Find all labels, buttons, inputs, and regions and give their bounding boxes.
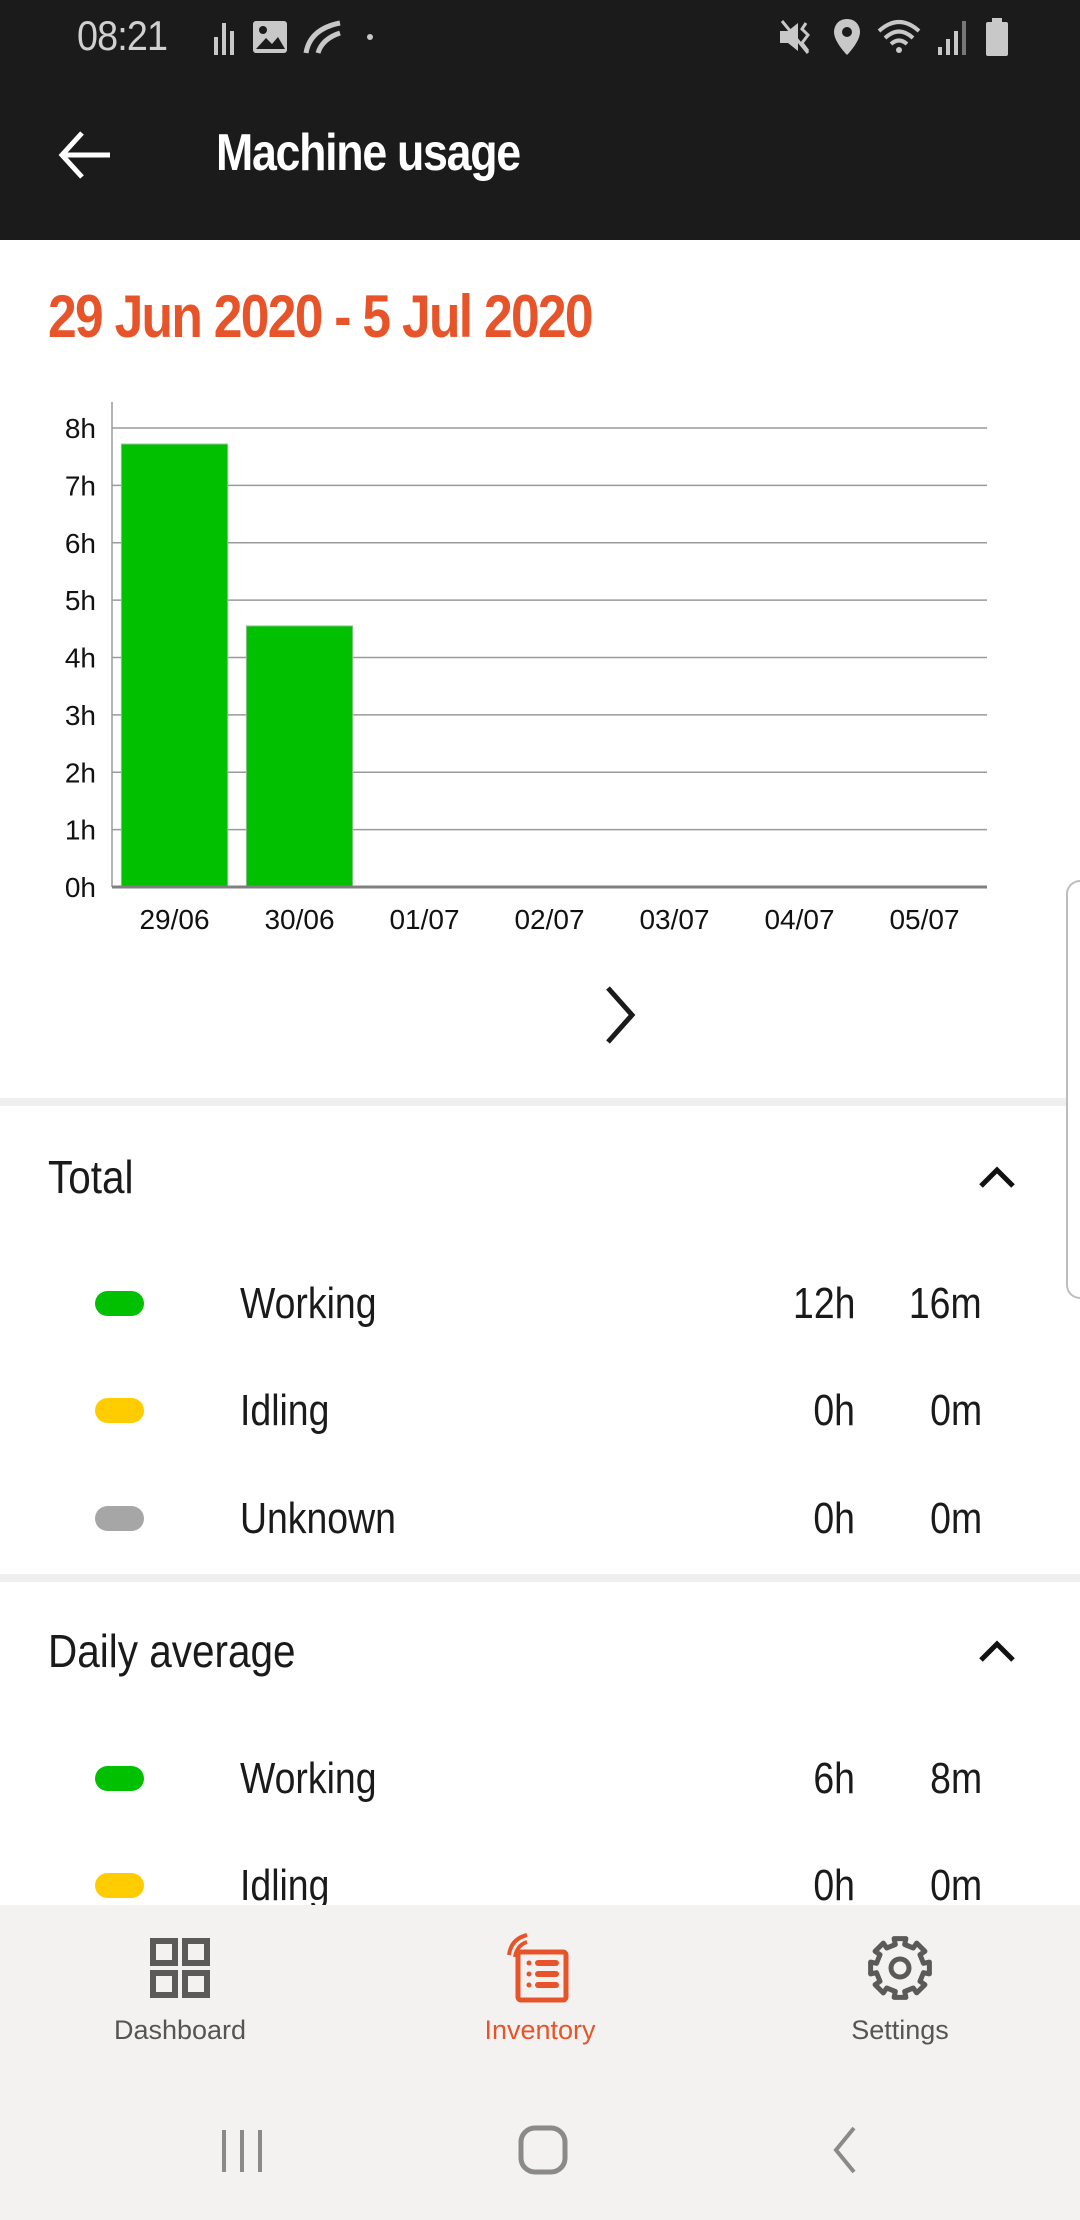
status-time: 08:21 bbox=[77, 12, 168, 59]
back-button[interactable] bbox=[52, 120, 122, 190]
x-tick-label: 01/07 bbox=[389, 904, 459, 935]
collapse-daily-average-button[interactable] bbox=[975, 1636, 1019, 1666]
y-tick-label: 0h bbox=[65, 872, 96, 903]
working-status-dot bbox=[95, 1291, 144, 1316]
inventory-list-icon bbox=[507, 1933, 569, 2003]
image-icon bbox=[253, 21, 287, 53]
signal-bars-icon bbox=[214, 23, 234, 55]
y-tick-label: 6h bbox=[65, 528, 96, 559]
gear-icon bbox=[868, 1936, 932, 2000]
x-tick-label: 30/06 bbox=[264, 904, 334, 935]
battery-icon bbox=[986, 18, 1008, 56]
recent-apps-icon bbox=[222, 2130, 262, 2172]
chevron-right-icon bbox=[606, 986, 636, 1044]
x-tick-label: 04/07 bbox=[764, 904, 834, 935]
x-tick-label: 29/06 bbox=[139, 904, 209, 935]
nav-dashboard[interactable]: Dashboard bbox=[60, 1933, 300, 2063]
nav-label: Settings bbox=[851, 2015, 949, 2045]
status-bar: 08:21 bbox=[0, 0, 1080, 75]
row-minutes: 8m bbox=[930, 1754, 982, 1803]
arrow-left-icon bbox=[58, 131, 110, 179]
x-tick-label: 05/07 bbox=[889, 904, 959, 935]
chart-y-ticks: 0h 1h 2h 3h 4h 5h 6h 7h 8h bbox=[65, 413, 96, 903]
section-title-daily-average: Daily average bbox=[48, 1625, 296, 1677]
home-button[interactable] bbox=[513, 2120, 573, 2180]
idling-status-dot bbox=[95, 1873, 144, 1898]
total-row-working: Working 12h 16m bbox=[0, 1265, 1080, 1345]
row-minutes: 16m bbox=[909, 1279, 982, 1328]
unknown-status-dot bbox=[95, 1506, 144, 1531]
usage-bar-chart: 0h 1h 2h 3h 4h 5h 6h 7h 8h 29/06 30/06 01/07 02/07 0… bbox=[65, 402, 987, 935]
row-hours: 12h bbox=[792, 1279, 855, 1328]
row-minutes: 0m bbox=[930, 1494, 982, 1543]
nav-label: Dashboard bbox=[113, 2015, 247, 2045]
row-hours: 0h bbox=[813, 1861, 855, 1910]
row-hours: 0h bbox=[813, 1494, 855, 1543]
row-minutes: 0m bbox=[930, 1386, 982, 1435]
wifi-icon bbox=[877, 20, 921, 53]
row-minutes: 0m bbox=[930, 1861, 982, 1910]
row-label: Working bbox=[240, 1754, 377, 1803]
recent-apps-button[interactable] bbox=[212, 2120, 272, 2180]
nav-inventory[interactable]: Inventory bbox=[420, 1933, 660, 2063]
status-left-icons bbox=[212, 14, 380, 60]
y-tick-label: 4h bbox=[65, 643, 96, 674]
total-row-idling: Idling 0h 0m bbox=[0, 1372, 1080, 1452]
page-title: Machine usage bbox=[216, 124, 521, 182]
back-icon bbox=[833, 2126, 856, 2174]
cast-icon bbox=[303, 20, 341, 54]
vibrate-icon bbox=[780, 20, 810, 54]
row-hours: 0h bbox=[813, 1386, 855, 1435]
y-tick-label: 3h bbox=[65, 700, 96, 731]
daily-row-working: Working 6h 8m bbox=[0, 1740, 1080, 1820]
chart-gridlines bbox=[112, 427, 987, 831]
y-tick-label: 5h bbox=[65, 585, 96, 616]
system-navigation-bar bbox=[0, 2080, 1080, 2220]
dashboard-grid-icon bbox=[150, 1938, 210, 1998]
next-period-button[interactable] bbox=[598, 980, 650, 1050]
bar-29-06[interactable] bbox=[120, 443, 229, 888]
dot-icon bbox=[367, 34, 373, 40]
y-tick-label: 2h bbox=[65, 757, 96, 788]
total-row-unknown: Unknown 0h 0m bbox=[0, 1480, 1080, 1560]
bottom-navigation: Dashboard Inventory Settings bbox=[0, 1905, 1080, 2080]
cell-signal-icon bbox=[938, 21, 966, 55]
chart-x-ticks: 29/06 30/06 01/07 02/07 03/07 04/07 05/07 bbox=[139, 904, 959, 935]
y-tick-label: 7h bbox=[65, 470, 96, 501]
row-label: Unknown bbox=[240, 1494, 396, 1543]
nav-settings[interactable]: Settings bbox=[780, 1933, 1020, 2063]
edge-panel-handle[interactable] bbox=[1066, 880, 1080, 1299]
row-label: Idling bbox=[240, 1386, 330, 1435]
section-divider bbox=[0, 1098, 1080, 1106]
y-tick-label: 1h bbox=[65, 815, 96, 846]
location-icon bbox=[834, 19, 860, 55]
chevron-up-icon bbox=[979, 1166, 1015, 1188]
collapse-total-button[interactable] bbox=[975, 1162, 1019, 1192]
app-bar: Machine usage bbox=[0, 75, 1080, 240]
chart-bars bbox=[120, 443, 354, 888]
date-range-title: 29 Jun 2020 - 5 Jul 2020 bbox=[48, 283, 594, 350]
row-label: Working bbox=[240, 1279, 377, 1328]
home-icon bbox=[518, 2125, 568, 2175]
section-title-total: Total bbox=[48, 1151, 134, 1203]
idling-status-dot bbox=[95, 1398, 144, 1423]
status-right-icons bbox=[778, 14, 1010, 60]
row-hours: 6h bbox=[813, 1754, 855, 1803]
y-tick-label: 8h bbox=[65, 413, 96, 444]
chevron-up-icon bbox=[979, 1640, 1015, 1662]
section-divider bbox=[0, 1574, 1080, 1582]
working-status-dot bbox=[95, 1766, 144, 1791]
nav-label: Inventory bbox=[484, 2015, 596, 2045]
row-label: Idling bbox=[240, 1861, 330, 1910]
x-tick-label: 03/07 bbox=[639, 904, 709, 935]
x-tick-label: 02/07 bbox=[514, 904, 584, 935]
bar-30-06[interactable] bbox=[245, 625, 354, 888]
system-back-button[interactable] bbox=[816, 2120, 876, 2180]
